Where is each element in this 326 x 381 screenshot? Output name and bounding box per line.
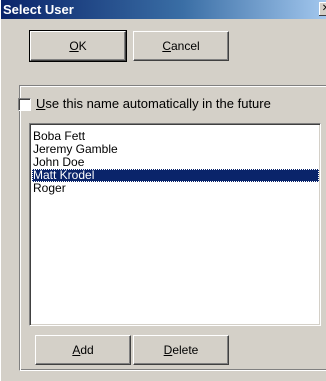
user-listbox[interactable]: Boba Fett Jeremy Gamble John Doe Matt Krode… — [29, 123, 321, 326]
user-list-item[interactable]: Matt Krodel — [32, 169, 319, 182]
auto-use-label-text: se this name automatically in the future — [45, 96, 271, 111]
cancel-button-label: ancel — [170, 39, 200, 53]
window-title: Select User — [3, 2, 74, 17]
ok-button-label: K — [78, 39, 87, 53]
auto-use-mnemonic: U — [36, 96, 46, 111]
auto-use-checkbox-label[interactable]: Use this name automatically in the futur… — [36, 96, 271, 111]
delete-button[interactable]: Delete — [133, 335, 229, 365]
cancel-button-mnemonic: C — [162, 39, 171, 53]
cancel-button[interactable]: Cancel — [133, 31, 229, 61]
title-bar[interactable]: Select User ✕ — [1, 0, 326, 19]
ok-button-mnemonic: O — [69, 39, 79, 53]
delete-button-label: elete — [172, 343, 199, 357]
auto-use-checkbox[interactable] — [18, 98, 31, 111]
select-user-dialog: Select User ✕ OK Cancel Use this name au… — [0, 0, 326, 381]
close-icon[interactable]: ✕ — [319, 2, 326, 16]
add-button[interactable]: Add — [35, 335, 131, 365]
user-list-item[interactable]: Roger — [32, 182, 319, 195]
ok-button[interactable]: OK — [29, 30, 127, 62]
delete-button-mnemonic: D — [163, 343, 173, 357]
add-button-label: dd — [80, 343, 94, 357]
